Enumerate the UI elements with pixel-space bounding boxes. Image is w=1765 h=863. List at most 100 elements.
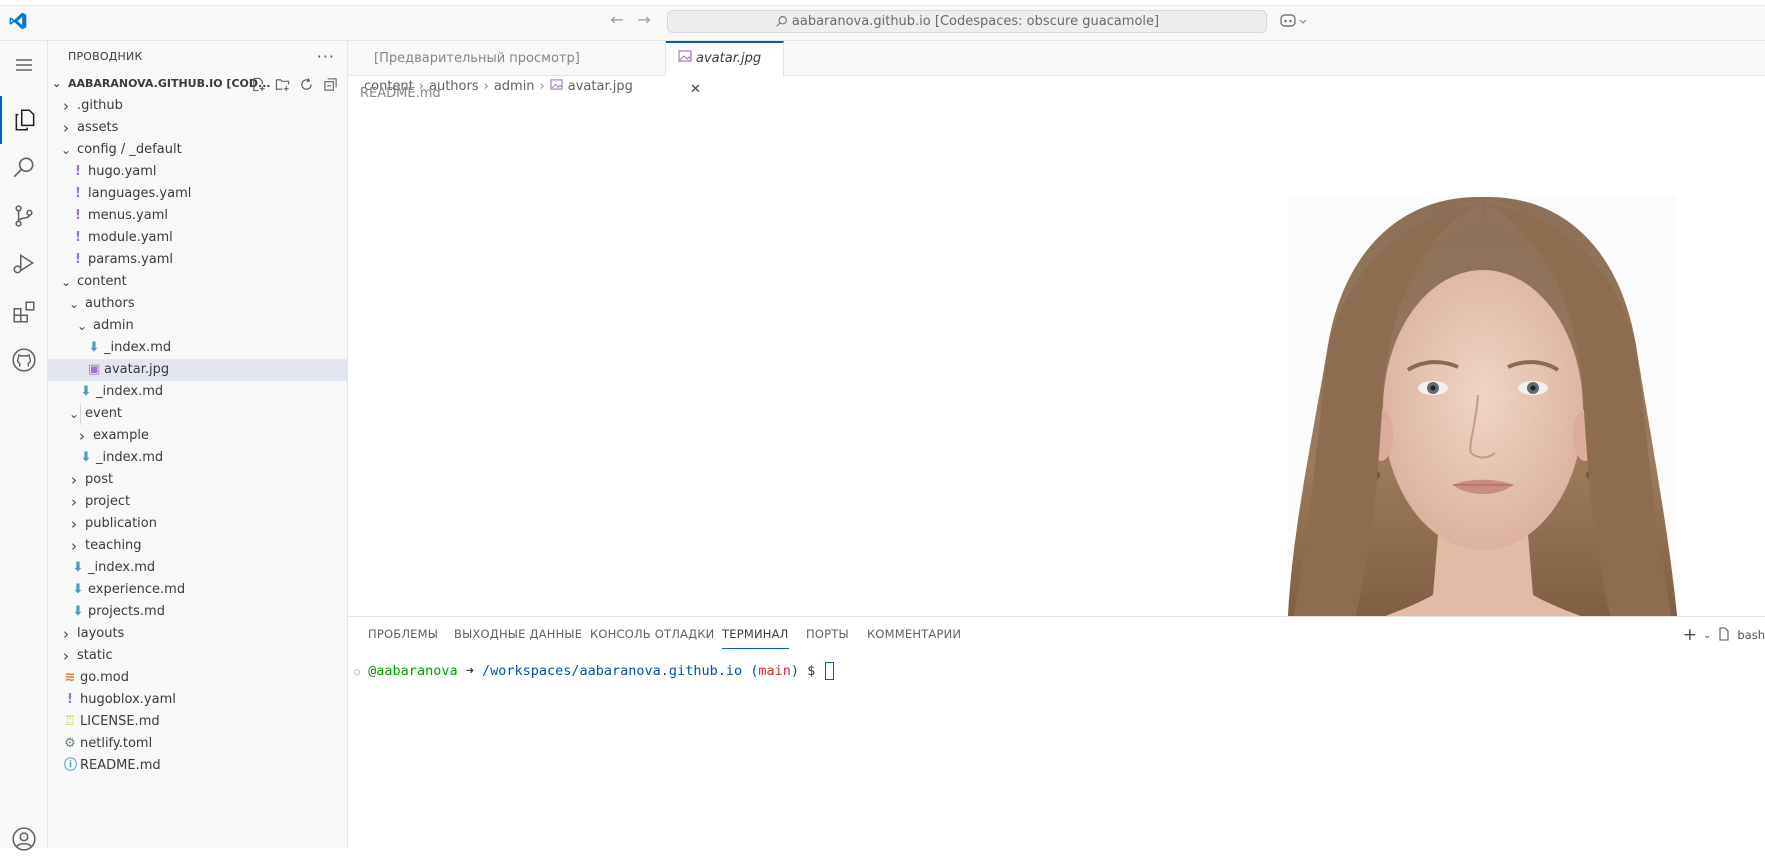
tree-folder[interactable]: › assets <box>48 117 347 139</box>
chevron-right-icon: › <box>71 493 77 511</box>
chevron-right-icon: › <box>483 79 489 94</box>
tree-folder[interactable]: ⌄ event <box>48 403 347 425</box>
tree-file[interactable]: ! params.yaml <box>48 249 347 271</box>
tree-folder[interactable]: › post <box>48 469 347 491</box>
command-center[interactable]: aabaranova.github.io [Codespaces: obscur… <box>667 10 1267 33</box>
chevron-right-icon: › <box>63 625 69 643</box>
tree-file[interactable]: ▣ avatar.jpg <box>48 359 347 381</box>
tree-item-label: authors <box>85 296 135 311</box>
top-line <box>0 0 1765 6</box>
tree-folder[interactable]: › project <box>48 491 347 513</box>
tab-output[interactable]: ВЫХОДНЫЕ ДАННЫЕ <box>454 627 582 649</box>
tree-item-label: .github <box>77 98 123 113</box>
tree-folder[interactable]: › layouts <box>48 623 347 645</box>
tree-folder[interactable]: › publication <box>48 513 347 535</box>
tree-folder[interactable]: › .github <box>48 95 347 117</box>
chevron-down-icon: ⌄ <box>60 275 72 289</box>
tree-file[interactable]: ⓘ README.md <box>48 755 347 777</box>
markdown-file-icon: ⬇ <box>80 384 92 399</box>
tree-folder[interactable]: › teaching <box>48 535 347 557</box>
chevron-right-icon: › <box>71 515 77 533</box>
tab-debug-console[interactable]: КОНСОЛЬ ОТЛАДКИ <box>590 627 714 649</box>
forward-arrow-icon[interactable]: → <box>635 11 653 29</box>
tree-file[interactable]: ! hugo.yaml <box>48 161 347 183</box>
run-debug-icon[interactable] <box>0 240 48 288</box>
tree-folder[interactable]: ⌄ config / _default <box>48 139 347 161</box>
tree-item-label: config / _default <box>77 142 182 157</box>
indent-guide <box>80 403 81 425</box>
tree-item-label: layouts <box>77 626 125 641</box>
close-icon[interactable]: ✕ <box>690 74 701 105</box>
tree-item-label: teaching <box>85 538 142 553</box>
tree-file[interactable]: ⚙ netlify.toml <box>48 733 347 755</box>
tree-file[interactable]: ♖ LICENSE.md <box>48 711 347 733</box>
tab-label: avatar.jpg <box>696 51 762 66</box>
tree-item-label: _index.md <box>88 560 156 575</box>
search-icon[interactable] <box>0 144 48 192</box>
tree-item-label: _index.md <box>104 340 172 355</box>
more-actions-icon[interactable]: ··· <box>317 41 335 73</box>
tree-item-label: languages.yaml <box>88 186 192 201</box>
breadcrumb-item[interactable]: avatar.jpg <box>568 79 633 94</box>
terminal-prompt-line[interactable]: ○ @aabaranova ➜ /workspaces/aabaranova.g… <box>354 662 835 680</box>
refresh-icon[interactable] <box>297 75 315 93</box>
tree-folder[interactable]: ⌄ admin <box>48 315 347 337</box>
tree-item-label: module.yaml <box>88 230 173 245</box>
chevron-down-icon: ⌄ <box>52 77 62 90</box>
tree-file[interactable]: ! module.yaml <box>48 227 347 249</box>
tab-ports[interactable]: ПОРТЫ <box>806 627 849 649</box>
breadcrumb-item[interactable]: admin <box>494 79 535 94</box>
extensions-icon[interactable] <box>0 288 48 336</box>
copilot-icon[interactable] <box>1279 11 1309 31</box>
tab-problems[interactable]: ПРОБЛЕМЫ <box>368 627 438 649</box>
tree-file[interactable]: ⬇ _index.md <box>48 447 347 469</box>
collapse-all-icon[interactable] <box>321 75 339 93</box>
chevron-right-icon: › <box>63 119 69 137</box>
tree-file[interactable]: ! hugoblox.yaml <box>48 689 347 711</box>
terminal-prompt: $ <box>807 663 816 679</box>
back-arrow-icon[interactable]: ← <box>608 11 626 29</box>
yaml-file-icon: ! <box>75 230 81 245</box>
tree-file[interactable]: ⬇ _index.md <box>48 381 347 403</box>
tree-file[interactable]: ! menus.yaml <box>48 205 347 227</box>
tree-file[interactable]: ≋ go.mod <box>48 667 347 689</box>
panel-tabs: ПРОБЛЕМЫ ВЫХОДНЫЕ ДАННЫЕ КОНСОЛЬ ОТЛАДКИ… <box>348 617 1765 653</box>
github-icon[interactable] <box>0 336 48 384</box>
source-control-icon[interactable] <box>0 192 48 240</box>
tree-file[interactable]: ⬇ projects.md <box>48 601 347 623</box>
tree-folder[interactable]: ⌄ content <box>48 271 347 293</box>
tree-file[interactable]: ⬇ experience.md <box>48 579 347 601</box>
tree-folder[interactable]: › static <box>48 645 347 667</box>
tab-comments[interactable]: КОММЕНТАРИИ <box>867 627 961 649</box>
new-file-icon[interactable] <box>249 75 267 93</box>
tree-folder[interactable]: › example <box>48 425 347 447</box>
license-file-icon: ♖ <box>64 714 76 729</box>
tree-item-label: go.mod <box>80 670 129 685</box>
menu-icon[interactable] <box>0 41 48 89</box>
tree-folder[interactable]: ⌄ authors <box>48 293 347 315</box>
vscode-logo-icon[interactable] <box>8 11 28 31</box>
tree-file[interactable]: ! languages.yaml <box>48 183 347 205</box>
workspace-root-label: AABARANOVA.GITHUB.IO [COD... <box>68 77 271 90</box>
image-file-icon <box>550 79 563 94</box>
go-mod-file-icon: ≋ <box>64 670 76 685</box>
explorer-header: ПРОВОДНИК ··· <box>48 41 347 73</box>
chevron-down-icon[interactable]: ⌄ <box>1703 630 1711 641</box>
explorer-icon[interactable] <box>0 96 48 144</box>
account-icon[interactable] <box>0 815 48 863</box>
chevron-down-icon: ⌄ <box>68 407 80 421</box>
terminal-shell-label[interactable]: bash <box>1737 628 1765 642</box>
explorer-sidebar: ПРОВОДНИК ··· ⌄ AABARANOVA.GITHUB.IO [CO… <box>48 41 348 848</box>
new-folder-icon[interactable] <box>273 75 291 93</box>
tree-item-label: LICENSE.md <box>80 714 160 729</box>
new-terminal-icon[interactable]: + <box>1683 625 1697 645</box>
tab-readme-preview[interactable]: [Предварительный просмотр] README.md <box>348 41 666 101</box>
tree-item-label: menus.yaml <box>88 208 168 223</box>
tree-file[interactable]: ⬇ _index.md <box>48 557 347 579</box>
tab-avatar-jpg[interactable]: avatar.jpg✕ <box>666 41 784 97</box>
tree-item-label: admin <box>93 318 134 333</box>
chevron-down-icon: ⌄ <box>76 319 88 333</box>
tree-file[interactable]: ⬇ _index.md <box>48 337 347 359</box>
tab-terminal[interactable]: ТЕРМИНАЛ <box>722 627 789 649</box>
workspace-root[interactable]: ⌄ AABARANOVA.GITHUB.IO [COD... <box>48 73 347 95</box>
